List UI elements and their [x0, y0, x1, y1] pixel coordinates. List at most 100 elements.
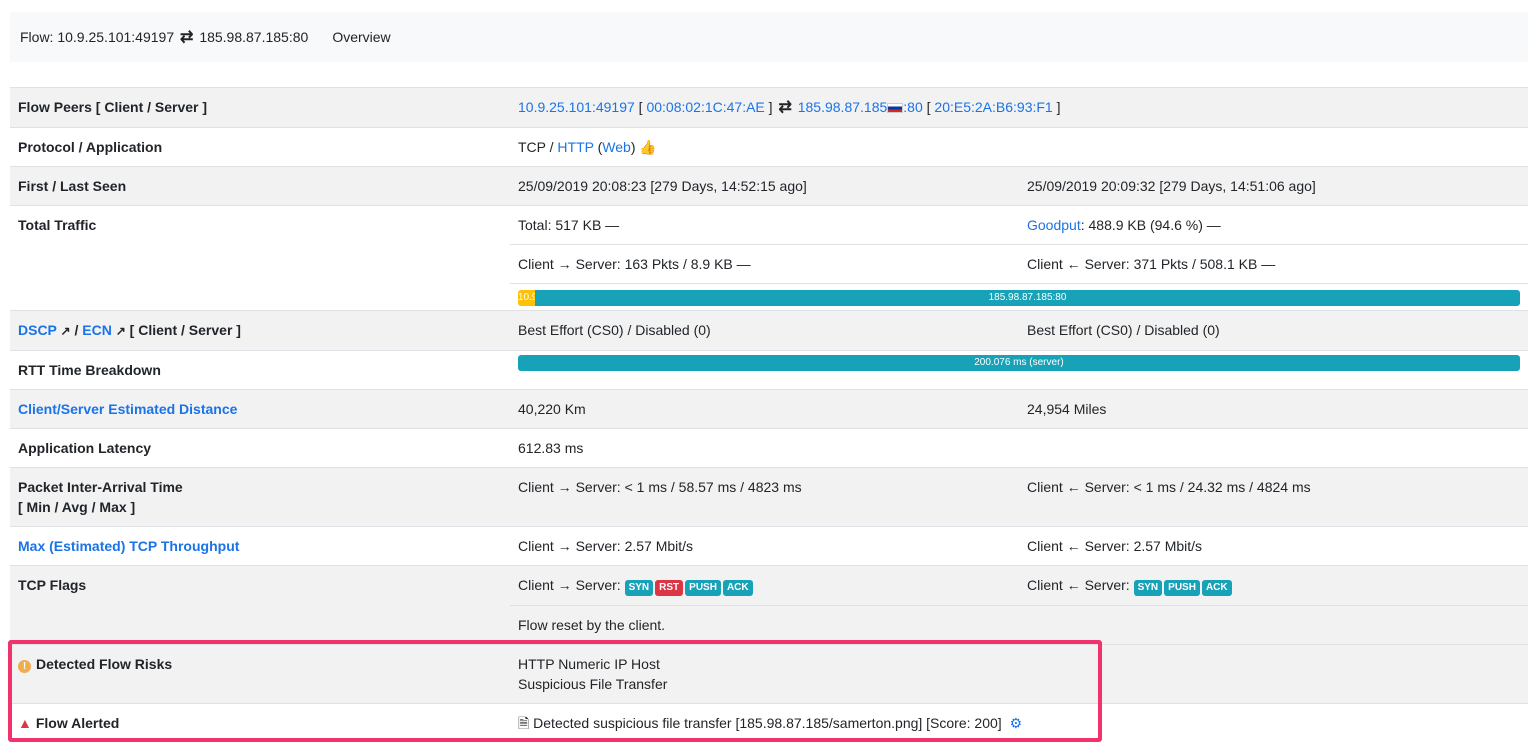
row-label: DSCP ↗ / ECN ↗ [ Client / Server ]	[10, 310, 510, 351]
flag-icon	[887, 103, 904, 114]
tcp-flags-note: Flow reset by the client.	[510, 605, 1528, 645]
swap-arrows-icon: ⇄	[778, 99, 792, 116]
row-label: RTT Time Breakdown	[10, 350, 510, 390]
bracket: ]	[1052, 99, 1061, 115]
row-label: Application Latency	[10, 428, 510, 468]
row-label: ! Detected Flow Risks	[10, 644, 510, 704]
iat-server-to-client: Client ← Server: < 1 ms / 24.32 ms / 482…	[1019, 467, 1528, 527]
server-ip-link[interactable]: 185.98.87.185	[798, 99, 888, 115]
distance-miles: 24,954 Miles	[1019, 389, 1528, 429]
thumbs-up-icon: 👍	[639, 139, 657, 155]
traffic-bar-cell: 10.9 185.98.87.185:80	[510, 283, 1528, 311]
row-label: TCP Flags	[10, 565, 510, 645]
row-flow-risks: ! Detected Flow Risks HTTP Numeric IP Hos…	[10, 644, 1528, 704]
flag-badge-ack: ACK	[722, 580, 753, 596]
row-distance: Client/Server Estimated Distance 40,220 …	[10, 389, 1528, 429]
paren: )	[630, 139, 636, 155]
row-inter-arrival: Packet Inter-Arrival Time [ Min / Avg / …	[10, 467, 1528, 527]
row-label: Max (Estimated) TCP Throughput	[10, 526, 510, 566]
file-icon: 🗎	[518, 715, 530, 731]
external-link-icon[interactable]: ↗	[61, 324, 71, 338]
external-link-icon[interactable]: ↗	[116, 324, 126, 338]
flow-peers-value: 10.9.25.101:49197 [ 00:08:02:1C:47:AE ] …	[510, 87, 1528, 128]
server-to-client-traffic: Client ← Server: 371 Pkts / 508.1 KB —	[1019, 244, 1528, 284]
warning-triangle-icon: ▲	[18, 715, 32, 731]
total-traffic-value: Total: 517 KB —	[510, 205, 1019, 245]
row-tcp-flags: TCP Flags Client → Server: SYN RST PUSH ACK…	[10, 565, 1528, 645]
row-first-last-seen: First / Last Seen 25/09/2019 20:08:23 [2…	[10, 166, 1528, 206]
dscp-label-suffix: [ Client / Server ]	[125, 322, 241, 338]
protocol-name: TCP /	[518, 139, 558, 155]
goodput-value: Goodput: 488.9 KB (94.6 %) —	[1019, 205, 1528, 245]
swap-arrows-icon: ⇄	[180, 29, 194, 46]
first-seen-value: 25/09/2019 20:08:23 [279 Days, 14:52:15 …	[510, 166, 1019, 206]
flow-destination: 185.98.87.185:80	[199, 29, 309, 45]
paren: (	[593, 139, 603, 155]
row-throughput: Max (Estimated) TCP Throughput Client → …	[10, 526, 1528, 566]
row-flow-alerted: ▲ Flow Alerted 🗎 Detected suspicious file…	[10, 703, 1528, 742]
iat-client-to-server: Client → Server: < 1 ms / 58.57 ms / 482…	[510, 467, 1019, 527]
client-to-server-traffic: Client → Server: 163 Pkts / 8.9 KB —	[510, 244, 1019, 284]
goodput-amount: : 488.9 KB (94.6 %) —	[1080, 217, 1221, 233]
row-label: Flow Peers [ Client / Server ]	[10, 87, 510, 128]
flag-badge-syn: SYN	[1133, 580, 1163, 596]
flag-badge-push: PUSH	[685, 580, 721, 596]
goodput-link[interactable]: Goodput	[1027, 217, 1081, 233]
flag-badge-push: PUSH	[1164, 580, 1200, 596]
server-mac-link[interactable]: 20:E5:2A:B6:93:F1	[934, 99, 1052, 115]
flag-badge-syn: SYN	[624, 580, 654, 596]
alert-text: Detected suspicious file transfer [185.9…	[533, 715, 1002, 731]
risks-label: Detected Flow Risks	[36, 656, 173, 672]
flow-header-bar: Flow: 10.9.25.101:49197 ⇄ 185.98.87.185:…	[10, 12, 1528, 62]
flag-badge-ack: ACK	[1201, 580, 1232, 596]
client-traffic-bar: 10.9	[518, 290, 537, 306]
row-label: ▲ Flow Alerted	[10, 703, 510, 742]
dscp-client-value: Best Effort (CS0) / Disabled (0)	[510, 310, 1019, 351]
row-dscp: DSCP ↗ / ECN ↗ [ Client / Server ] Best …	[10, 310, 1528, 351]
row-total-traffic: Total Traffic Total: 517 KB — Goodput: 4…	[10, 205, 1528, 311]
client-ip-link[interactable]: 10.9.25.101:49197	[518, 99, 635, 115]
flow-risks-value: HTTP Numeric IP Host Suspicious File Tra…	[510, 644, 1528, 704]
throughput-link[interactable]: Max (Estimated) TCP Throughput	[18, 538, 239, 554]
client-mac-link[interactable]: 00:08:02:1C:47:AE	[646, 99, 764, 115]
server-port-link[interactable]: :80	[903, 99, 922, 115]
ecn-link[interactable]: ECN	[82, 322, 112, 338]
gear-icon[interactable]: ⚙	[1010, 715, 1023, 731]
tcp-flags-client-to-server: Client → Server: SYN RST PUSH ACK	[510, 565, 1019, 606]
rtt-bar-cell: 200.076 ms (server)	[510, 350, 1528, 390]
dscp-server-value: Best Effort (CS0) / Disabled (0)	[1019, 310, 1528, 351]
traffic-progress-bar: 10.9 185.98.87.185:80	[518, 290, 1520, 306]
risk-item: HTTP Numeric IP Host	[518, 656, 660, 672]
row-protocol: Protocol / Application TCP / HTTP (Web) …	[10, 127, 1528, 167]
last-seen-value: 25/09/2019 20:09:32 [279 Days, 14:51:06 …	[1019, 166, 1528, 206]
row-latency: Application Latency 612.83 ms	[10, 428, 1528, 468]
dscp-link[interactable]: DSCP	[18, 322, 57, 338]
overview-tab[interactable]: Overview	[332, 29, 390, 45]
warning-circle-icon: !	[18, 660, 31, 673]
throughput-server-to-client: Client ← Server: 2.57 Mbit/s	[1019, 526, 1528, 566]
bracket: [	[634, 99, 647, 115]
flow-details-table: Flow Peers [ Client / Server ] 10.9.25.1…	[10, 87, 1528, 742]
distance-link[interactable]: Client/Server Estimated Distance	[18, 401, 237, 417]
latency-value: 612.83 ms	[510, 428, 1528, 468]
row-label: First / Last Seen	[10, 166, 510, 206]
category-link[interactable]: Web	[602, 139, 631, 155]
row-label: Packet Inter-Arrival Time [ Min / Avg / …	[10, 467, 510, 527]
server-traffic-bar: 185.98.87.185:80	[535, 290, 1520, 306]
alert-label: Flow Alerted	[35, 715, 120, 731]
row-label: Protocol / Application	[10, 127, 510, 167]
tcp-flags-server-to-client: Client ← Server: SYN PUSH ACK	[1019, 565, 1528, 606]
iat-label-sub: [ Min / Avg / Max ]	[18, 499, 136, 515]
row-rtt: RTT Time Breakdown 200.076 ms (server)	[10, 350, 1528, 390]
separator: /	[70, 322, 83, 338]
throughput-client-to-server: Client → Server: 2.57 Mbit/s	[510, 526, 1019, 566]
iat-label: Packet Inter-Arrival Time	[18, 479, 183, 495]
bracket: ]	[764, 99, 777, 115]
distance-km: 40,220 Km	[510, 389, 1019, 429]
flow-alert-value: 🗎 Detected suspicious file transfer [185…	[510, 703, 1528, 742]
row-flow-peers: Flow Peers [ Client / Server ] 10.9.25.1…	[10, 87, 1528, 128]
flags-prefix: Client ← Server:	[1027, 577, 1134, 593]
row-label: Total Traffic	[10, 205, 510, 311]
rtt-progress-bar: 200.076 ms (server)	[518, 355, 1520, 371]
app-link[interactable]: HTTP	[557, 139, 593, 155]
